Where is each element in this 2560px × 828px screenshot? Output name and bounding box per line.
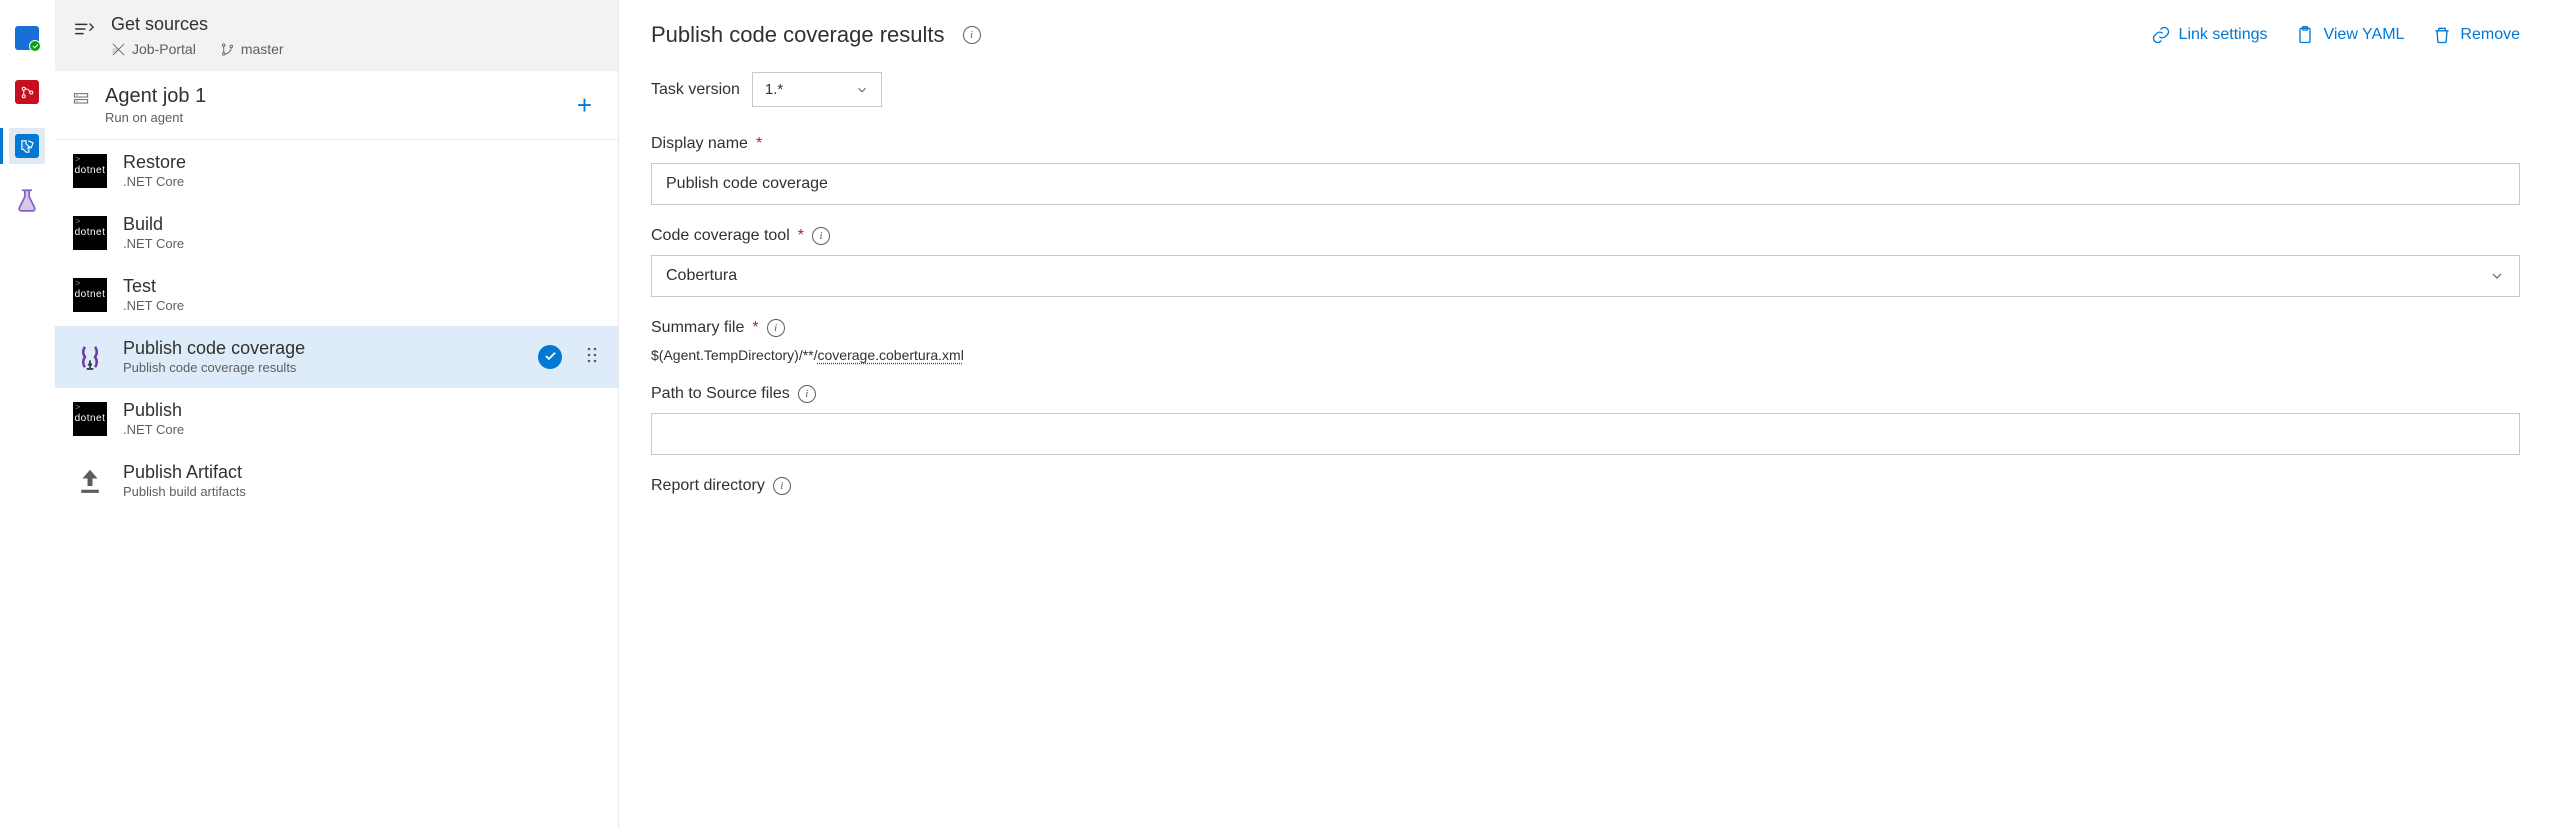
report-dir-label: Report directory xyxy=(651,477,765,495)
task-item-publish-artifact[interactable]: Publish ArtifactPublish build artifacts xyxy=(55,450,618,512)
summary-file-label: Summary file xyxy=(651,319,744,337)
summary-file-value-err: coverage.cobertura.xml xyxy=(818,347,964,363)
task-title: Restore xyxy=(123,152,600,173)
link-settings-button[interactable]: Link settings xyxy=(2151,25,2268,45)
coverage-tool-label: Code coverage tool xyxy=(651,227,790,245)
nav-rail xyxy=(0,0,55,828)
nav-repos[interactable] xyxy=(9,74,45,110)
coverage-tool-select[interactable]: Cobertura xyxy=(651,255,2520,297)
task-subtitle: .NET Core xyxy=(123,174,600,189)
view-yaml-label: View YAML xyxy=(2323,26,2404,44)
task-enabled-badge xyxy=(538,345,562,369)
nav-pipelines[interactable] xyxy=(9,128,45,164)
chevron-down-icon xyxy=(2489,268,2505,284)
agent-icon xyxy=(73,91,89,110)
test-plans-icon xyxy=(14,187,40,213)
task-subtitle: Publish build artifacts xyxy=(123,484,600,499)
task-version-value: 1.* xyxy=(765,81,783,98)
required-marker: * xyxy=(798,227,804,245)
task-title: Publish xyxy=(123,400,600,421)
coverage-tool-info-icon[interactable]: i xyxy=(812,227,830,245)
task-item-test[interactable]: dotnet Test.NET Core xyxy=(55,264,618,326)
code-coverage-icon xyxy=(73,340,107,374)
remove-label: Remove xyxy=(2460,26,2520,44)
task-title: Publish code coverage xyxy=(123,338,522,359)
repo-meta: Job-Portal xyxy=(111,41,196,57)
summary-file-value-plain: $(Agent.TempDirectory)/**/ xyxy=(651,347,818,363)
task-item-publish[interactable]: dotnet Publish.NET Core xyxy=(55,388,618,450)
boards-icon xyxy=(15,26,39,50)
agent-job-subtitle: Run on agent xyxy=(105,110,206,125)
repos-icon xyxy=(15,80,39,104)
dotnet-icon: dotnet xyxy=(73,278,107,312)
task-item-publish-code-coverage[interactable]: Publish code coveragePublish code covera… xyxy=(55,326,618,388)
coverage-tool-value: Cobertura xyxy=(666,267,737,285)
remove-button[interactable]: Remove xyxy=(2432,25,2520,45)
dotnet-icon: dotnet xyxy=(73,154,107,188)
detail-panel: Publish code coverage results i Link set… xyxy=(619,0,2560,828)
required-marker: * xyxy=(752,319,758,337)
agent-job-title: Agent job 1 xyxy=(105,85,206,108)
dotnet-icon: dotnet xyxy=(73,216,107,250)
repo-name: Job-Portal xyxy=(132,41,196,57)
upload-icon xyxy=(73,464,107,498)
nav-test-plans[interactable] xyxy=(9,182,45,218)
task-item-restore[interactable]: dotnet Restore.NET Core xyxy=(55,140,618,202)
link-settings-label: Link settings xyxy=(2179,26,2268,44)
chevron-down-icon xyxy=(855,83,869,97)
source-path-input[interactable] xyxy=(651,413,2520,455)
agent-job-header[interactable]: Agent job 1 Run on agent + xyxy=(55,71,618,140)
trash-icon xyxy=(2432,25,2452,45)
sources-icon xyxy=(73,18,95,43)
task-version-label: Task version xyxy=(651,81,740,99)
summary-file-info-icon[interactable]: i xyxy=(767,319,785,337)
heading-info-icon[interactable]: i xyxy=(963,26,981,44)
clipboard-icon xyxy=(2295,25,2315,45)
task-subtitle: Publish code coverage results xyxy=(123,360,522,375)
get-sources-title: Get sources xyxy=(111,14,600,35)
view-yaml-button[interactable]: View YAML xyxy=(2295,25,2404,45)
task-more-button[interactable] xyxy=(578,343,600,370)
task-item-build[interactable]: dotnet Build.NET Core xyxy=(55,202,618,264)
task-version-select[interactable]: 1.* xyxy=(752,72,882,107)
branch-name: master xyxy=(241,41,284,57)
nav-overview[interactable] xyxy=(9,20,45,56)
link-icon xyxy=(2151,25,2171,45)
task-subtitle: .NET Core xyxy=(123,298,600,313)
branch-icon xyxy=(220,42,235,57)
get-sources-body: Get sources Job-Portal master xyxy=(111,14,600,57)
summary-file-input[interactable]: $(Agent.TempDirectory)/**/coverage.cober… xyxy=(651,347,2520,363)
detail-heading: Publish code coverage results xyxy=(651,22,945,48)
task-subtitle: .NET Core xyxy=(123,422,600,437)
add-task-button[interactable]: + xyxy=(569,90,600,121)
task-list: dotnetRestore.NET CoredotnetBuild.NET Co… xyxy=(55,140,618,512)
task-title: Publish Artifact xyxy=(123,462,600,483)
source-path-info-icon[interactable]: i xyxy=(798,385,816,403)
dotnet-icon: dotnet xyxy=(73,402,107,436)
source-path-label: Path to Source files xyxy=(651,385,790,403)
display-name-input[interactable] xyxy=(651,163,2520,205)
display-name-label: Display name xyxy=(651,135,748,153)
get-sources-row[interactable]: Get sources Job-Portal master xyxy=(55,0,618,71)
task-title: Build xyxy=(123,214,600,235)
report-dir-info-icon[interactable]: i xyxy=(773,477,791,495)
task-subtitle: .NET Core xyxy=(123,236,600,251)
pipeline-panel: Get sources Job-Portal master Agent job … xyxy=(55,0,619,828)
pipelines-icon xyxy=(15,134,39,158)
required-marker: * xyxy=(756,135,762,153)
repo-icon xyxy=(111,42,126,57)
task-title: Test xyxy=(123,276,600,297)
branch-meta: master xyxy=(220,41,284,57)
